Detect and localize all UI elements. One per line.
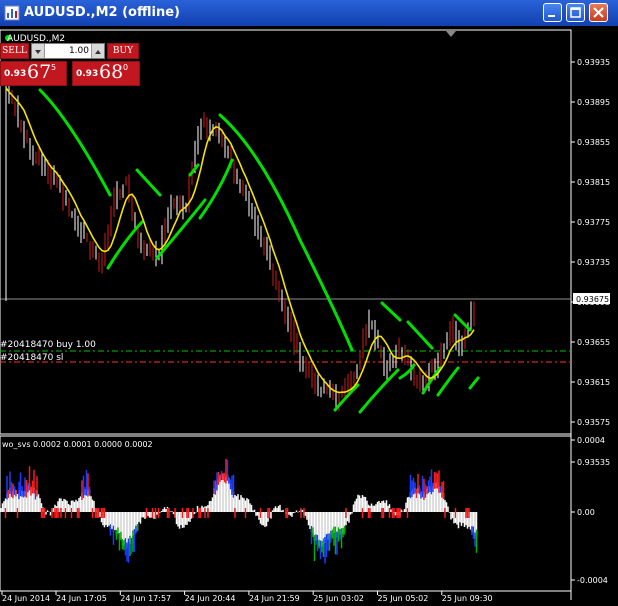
buy-order-label: #20418470 buy 1.00 <box>0 340 96 350</box>
indicator-label: wo_svs 0.0002 0.0001 0.0000 0.0002 <box>2 440 153 449</box>
sell-price-fraction: 5 <box>51 63 57 72</box>
price-tick-label: 0.93615 <box>577 378 610 387</box>
buy-price-big: 68 <box>99 61 124 83</box>
close-icon <box>593 7 604 18</box>
price-tick-label: 0.93735 <box>577 258 610 267</box>
sell-button[interactable]: SELL <box>0 43 29 59</box>
sell-price-big: 67 <box>27 61 52 83</box>
time-tick-label: 24 Jun 17:05 <box>56 594 107 603</box>
buy-price-prefix: 0.93 <box>76 69 99 79</box>
lot-increase-icon[interactable] <box>91 44 104 58</box>
buy-price-button[interactable]: 0.93 68 0 <box>72 61 140 86</box>
price-tick-label: 0.93855 <box>577 138 610 147</box>
buy-button[interactable]: BUY <box>107 43 139 59</box>
current-price-label: 0.93675 <box>576 295 609 304</box>
sell-price-prefix: 0.93 <box>4 69 27 79</box>
time-tick-label: 25 Jun 03:02 <box>313 594 364 603</box>
price-tick-label: 0.93815 <box>577 178 610 187</box>
minimize-button[interactable] <box>543 3 562 22</box>
time-tick-label: 24 Jun 20:44 <box>185 594 236 603</box>
sell-price-button[interactable]: 0.93 67 5 <box>0 61 67 86</box>
lot-dropdown-icon[interactable] <box>32 44 45 58</box>
maximize-icon <box>570 7 581 18</box>
lot-size-stepper[interactable] <box>31 43 105 59</box>
price-tick-label: 0.93895 <box>577 98 610 107</box>
time-tick-label: 24 Jun 2014 <box>2 594 50 603</box>
lot-size-input[interactable] <box>45 44 91 58</box>
price-tick-label: 0.93655 <box>577 338 610 347</box>
chart-canvas[interactable]: AUDUSD.,M2 #20418470 buy 1.00 #20418470 … <box>0 26 618 606</box>
price-tick-label: 0.93575 <box>577 418 610 427</box>
window-title: AUDUSD.,M2 (offline) <box>24 5 180 20</box>
buy-price-fraction: 0 <box>123 63 129 72</box>
time-tick-label: 25 Jun 05:02 <box>378 594 429 603</box>
window-title-bar[interactable]: AUDUSD.,M2 (offline) <box>0 0 618 26</box>
indicator-tick-label: 0.0004 <box>577 436 605 445</box>
stop-loss-label: #20418470 sl <box>0 353 63 363</box>
time-tick-label: 24 Jun 17:57 <box>120 594 171 603</box>
time-tick-label: 25 Jun 09:30 <box>442 594 493 603</box>
price-tick-label: 0.93775 <box>577 218 610 227</box>
indicator-tick-label: 0.00 <box>577 508 595 517</box>
maximize-button[interactable] <box>566 3 585 22</box>
chart-window-icon <box>4 5 20 21</box>
one-click-trading-panel: SELL BUY 0.93 67 5 0.93 68 0 <box>0 43 140 86</box>
price-tick-label: 0.93535 <box>577 458 610 467</box>
close-button[interactable] <box>589 3 608 22</box>
price-tick-label: 0.93935 <box>577 58 610 67</box>
indicator-tick-label: -0.0004 <box>577 576 608 585</box>
time-tick-label: 24 Jun 21:59 <box>249 594 300 603</box>
minimize-icon <box>548 15 555 17</box>
